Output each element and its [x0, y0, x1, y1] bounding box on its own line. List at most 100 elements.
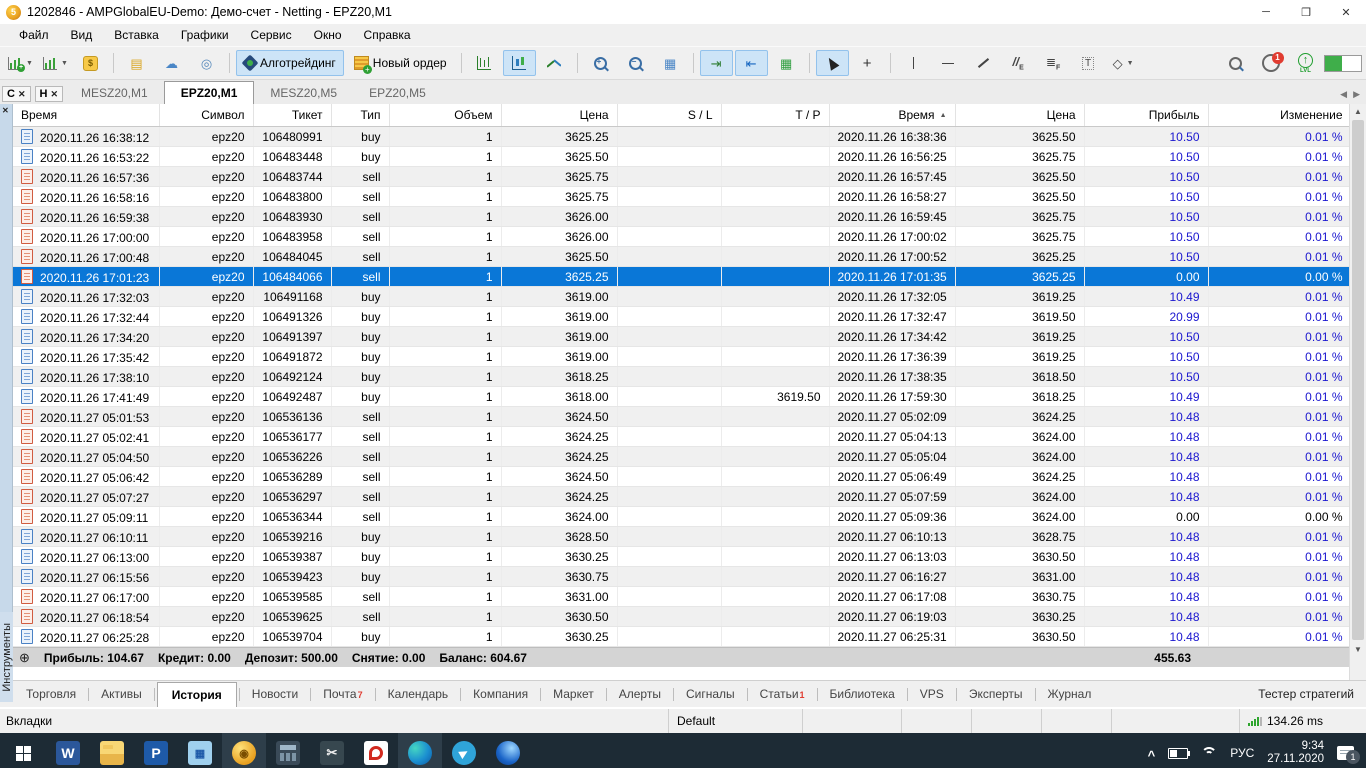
- new-order-button[interactable]: Новый ордер: [346, 50, 455, 76]
- history-row[interactable]: 2020.11.27 06:18:54 epz20 106539625 sell 1 36…: [13, 606, 1349, 627]
- history-center-button[interactable]: ▤: [120, 50, 153, 76]
- history-row[interactable]: 2020.11.26 17:38:10 epz20 106492124 buy 1 361…: [13, 366, 1349, 387]
- wifi-icon[interactable]: [1201, 747, 1217, 759]
- auto-scroll-button[interactable]: ⇤: [734, 50, 768, 76]
- connection-status[interactable]: 134.26 ms: [1239, 709, 1366, 733]
- profiles-button[interactable]: ▼: [39, 50, 72, 76]
- bottom-tab-item[interactable]: Торговля: [16, 683, 86, 705]
- history-row[interactable]: 2020.11.26 16:59:38 epz20 106483930 sell 1 36…: [13, 206, 1349, 227]
- tray-chevron-icon[interactable]: ^: [1148, 748, 1156, 763]
- taskbar-app-metatrader5[interactable]: ◉: [222, 733, 266, 768]
- horizontal-line-tool-button[interactable]: [932, 50, 965, 76]
- bottom-tab-item[interactable]: Журнал: [1038, 683, 1102, 705]
- history-row[interactable]: 2020.11.27 06:13:00 epz20 106539387 buy 1 363…: [13, 546, 1349, 567]
- column-header[interactable]: Время ▲: [829, 104, 956, 127]
- collapsed-panel-c[interactable]: C ✕: [2, 86, 31, 102]
- cursor-tool-button[interactable]: [815, 50, 849, 76]
- taskbar-app-calculator[interactable]: [266, 733, 310, 768]
- scroll-up-icon[interactable]: ▲: [1354, 104, 1362, 118]
- line-chart-mode-button[interactable]: [538, 50, 571, 76]
- minimize-button[interactable]: ─: [1246, 0, 1286, 24]
- column-header[interactable]: Цена: [955, 104, 1085, 127]
- taskbar-app-p-app[interactable]: P: [134, 733, 178, 768]
- bottom-tab-active[interactable]: История: [156, 681, 237, 707]
- tab-scroll-arrows[interactable]: ◀ ▶: [1340, 89, 1366, 104]
- history-row[interactable]: 2020.11.26 16:58:16 epz20 106483800 sell 1 36…: [13, 186, 1349, 207]
- signals-button[interactable]: ◎: [190, 50, 223, 76]
- bottom-tab-item[interactable]: Календарь: [378, 683, 459, 705]
- history-row[interactable]: 2020.11.26 17:00:00 epz20 106483958 sell 1 36…: [13, 226, 1349, 247]
- crosshair-tool-button[interactable]: +: [851, 50, 884, 76]
- column-header[interactable]: Прибыль: [1084, 104, 1209, 127]
- algo-trading-button[interactable]: Алготрейдинг: [236, 50, 344, 76]
- tile-windows-button[interactable]: ▦: [654, 50, 687, 76]
- taskbar-app-telegram[interactable]: ▶: [442, 733, 486, 768]
- bottom-tab-item[interactable]: Сигналы: [676, 683, 745, 705]
- menu-item[interactable]: Вставка: [103, 24, 170, 46]
- chart-tab[interactable]: MESZ20,M5: [254, 82, 353, 104]
- strategy-tester-link[interactable]: Тестер стратегий: [1258, 687, 1366, 701]
- history-row[interactable]: 2020.11.27 05:06:42 epz20 106536289 sell 1 36…: [13, 466, 1349, 487]
- lvl-indicator[interactable]: ↑ LVL: [1289, 50, 1322, 76]
- maximize-button[interactable]: ❒: [1286, 0, 1326, 24]
- search-button[interactable]: [1219, 50, 1252, 76]
- history-row[interactable]: 2020.11.27 05:07:27 epz20 106536297 sell 1 36…: [13, 486, 1349, 507]
- chart-tab[interactable]: MESZ20,M1: [65, 82, 164, 104]
- bottom-tab-item[interactable]: Активы: [91, 683, 152, 705]
- menu-item[interactable]: Окно: [303, 24, 353, 46]
- history-row[interactable]: 2020.11.26 16:38:12 epz20 106480991 buy 1 362…: [13, 126, 1349, 147]
- profile-selector[interactable]: Default: [668, 709, 802, 733]
- menu-item[interactable]: Графики: [170, 24, 240, 46]
- notifications-button[interactable]: 1: [1254, 50, 1287, 76]
- taskbar-app-report-app[interactable]: ▦: [178, 733, 222, 768]
- shapes-tool-button[interactable]: ◇ ▼: [1107, 50, 1140, 76]
- history-row[interactable]: 2020.11.27 05:02:41 epz20 106536177 sell 1 36…: [13, 426, 1349, 447]
- history-row[interactable]: 2020.11.26 17:41:49 epz20 106492487 buy 1 361…: [13, 386, 1349, 407]
- panel-close-icon[interactable]: ✕: [2, 106, 9, 115]
- column-header[interactable]: Изменение: [1208, 104, 1349, 127]
- history-row[interactable]: 2020.11.26 17:32:44 epz20 106491326 buy 1 361…: [13, 306, 1349, 327]
- zoom-in-button[interactable]: +: [584, 50, 617, 76]
- history-row[interactable]: 2020.11.27 05:01:53 epz20 106536136 sell 1 36…: [13, 406, 1349, 427]
- taskbar-app-blue-app[interactable]: [486, 733, 530, 768]
- menu-item[interactable]: Вид: [60, 24, 104, 46]
- bottom-tab-item[interactable]: Библиотека: [820, 683, 905, 705]
- history-row[interactable]: 2020.11.27 06:15:56 epz20 106539423 buy 1 363…: [13, 566, 1349, 587]
- taskbar-app-file-explorer[interactable]: [90, 733, 134, 768]
- history-row[interactable]: 2020.11.27 05:04:50 epz20 106536226 sell 1 36…: [13, 446, 1349, 467]
- bottom-tab-item[interactable]: VPS: [910, 683, 954, 705]
- menu-item[interactable]: Файл: [8, 24, 60, 46]
- start-button[interactable]: [0, 733, 46, 768]
- text-tool-button[interactable]: T: [1072, 50, 1105, 76]
- zoom-out-button[interactable]: −: [619, 50, 652, 76]
- bottom-tab-item[interactable]: Почта7: [313, 683, 372, 705]
- bottom-tab-item[interactable]: Маркет: [543, 683, 604, 705]
- chart-template-button[interactable]: ▦: [770, 50, 803, 76]
- column-header[interactable]: Тип: [331, 104, 390, 127]
- bottom-tab-item[interactable]: Новости: [242, 683, 308, 705]
- taskbar-app-red-app[interactable]: [354, 733, 398, 768]
- fibonacci-tool-button[interactable]: ≣F: [1037, 50, 1070, 76]
- column-header[interactable]: Символ: [159, 104, 254, 127]
- menu-item[interactable]: Сервис: [240, 24, 303, 46]
- menu-item[interactable]: Справка: [353, 24, 422, 46]
- trendline-tool-button[interactable]: [967, 50, 1000, 76]
- history-row[interactable]: 2020.11.27 06:25:28 epz20 106539704 buy 1 363…: [13, 626, 1349, 647]
- history-row[interactable]: 2020.11.26 17:32:03 epz20 106491168 buy 1 361…: [13, 286, 1349, 307]
- action-center-icon[interactable]: 1: [1337, 746, 1360, 764]
- history-row[interactable]: 2020.11.27 06:10:11 epz20 106539216 buy 1 362…: [13, 526, 1349, 547]
- battery-icon[interactable]: [1168, 747, 1191, 759]
- new-chart-button[interactable]: + ▼: [4, 50, 37, 76]
- close-icon[interactable]: ✕: [18, 89, 26, 100]
- bottom-tab-item[interactable]: Статьи1: [750, 683, 815, 705]
- chart-tab[interactable]: EPZ20,M5: [353, 82, 442, 104]
- scrollbar-thumb[interactable]: [1352, 120, 1364, 640]
- history-row[interactable]: 2020.11.26 17:00:48 epz20 106484045 sell 1 36…: [13, 246, 1349, 267]
- vertical-scrollbar[interactable]: ▲ ▼: [1349, 104, 1366, 680]
- cloud-button[interactable]: ☁: [155, 50, 188, 76]
- expand-icon[interactable]: ⊕: [19, 650, 30, 666]
- column-header[interactable]: Тикет: [253, 104, 332, 127]
- history-row[interactable]: 2020.11.26 17:01:23 epz20 106484066 sell 1 36…: [13, 266, 1349, 287]
- history-row[interactable]: 2020.11.26 17:35:42 epz20 106491872 buy 1 361…: [13, 346, 1349, 367]
- history-row[interactable]: 2020.11.26 16:57:36 epz20 106483744 sell 1 36…: [13, 166, 1349, 187]
